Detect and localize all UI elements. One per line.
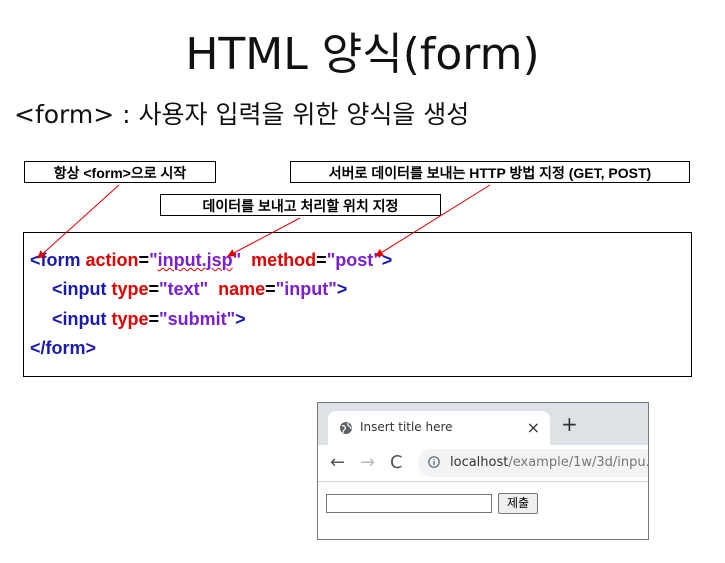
callout-action: 데이터를 보내고 처리할 위치 지정 (160, 194, 441, 216)
code-attribute: method (251, 250, 317, 270)
code-quote: " (149, 250, 158, 270)
close-icon[interactable]: × (527, 418, 540, 437)
forward-button[interactable]: → (360, 452, 375, 473)
code-tag-close: > (336, 279, 348, 299)
browser-toolbar: ← → C localhost/example/1w/3d/inpu... (318, 445, 648, 482)
globe-icon (340, 422, 352, 434)
code-attribute: action (85, 250, 139, 270)
address-bar[interactable]: localhost/example/1w/3d/inpu... (418, 449, 649, 477)
slide-title: HTML 양식(form) (185, 29, 540, 80)
code-tag: <form (30, 250, 81, 270)
new-tab-button[interactable]: + (561, 412, 578, 436)
code-value-method: "post" (326, 250, 382, 270)
browser-window: Insert title here × + ← → C localhost/ex… (317, 402, 649, 540)
callout-form-start: 항상 <form>으로 시작 (24, 161, 216, 183)
submit-button[interactable]: 제출 (498, 493, 538, 514)
code-value-action: input.jsp (157, 250, 233, 270)
code-attribute: name (218, 279, 266, 299)
url-text: localhost/example/1w/3d/inpu... (450, 455, 649, 470)
code-line-input-submit: <input type="submit"> (52, 309, 246, 330)
code-equals: = (138, 250, 150, 270)
text-input[interactable] (326, 494, 492, 513)
callout-method: 서버로 데이터를 보내는 HTTP 방법 지정 (GET, POST) (290, 161, 690, 183)
back-button[interactable]: ← (330, 452, 345, 473)
code-tag: <input (52, 279, 107, 299)
browser-tab-bar: Insert title here × + (318, 403, 648, 445)
code-line-form-close: </form> (30, 338, 97, 358)
code-line-form-open: <form action="input.jsp" method="post"> (30, 250, 392, 271)
code-tag-close: > (235, 309, 246, 329)
code-tag: <input (52, 309, 107, 329)
code-value: "text" (159, 279, 209, 299)
code-line-input-text: <input type="text" name="input"> (52, 279, 347, 300)
reload-button[interactable]: C (390, 452, 403, 473)
code-value: "submit" (159, 309, 236, 329)
code-quote: " (232, 250, 242, 270)
page-content: 제출 (318, 482, 648, 539)
code-tag-close: > (381, 250, 393, 270)
url-path: /example/1w/3d/inpu... (508, 455, 649, 470)
browser-tab[interactable]: Insert title here × (328, 411, 550, 445)
url-host: localhost (450, 455, 509, 470)
code-box: <form action="input.jsp" method="post"> … (23, 232, 692, 377)
code-attribute: type (111, 309, 149, 329)
info-icon[interactable] (428, 456, 440, 468)
code-equals: = (265, 279, 276, 299)
tab-title: Insert title here (360, 420, 453, 434)
slide-subtitle: <form> : 사용자 입력을 위한 양식을 생성 (14, 100, 470, 129)
code-equals: = (148, 279, 160, 299)
code-attribute: type (111, 279, 149, 299)
code-equals: = (148, 309, 160, 329)
code-equals: = (316, 250, 327, 270)
code-value: "input" (275, 279, 337, 299)
